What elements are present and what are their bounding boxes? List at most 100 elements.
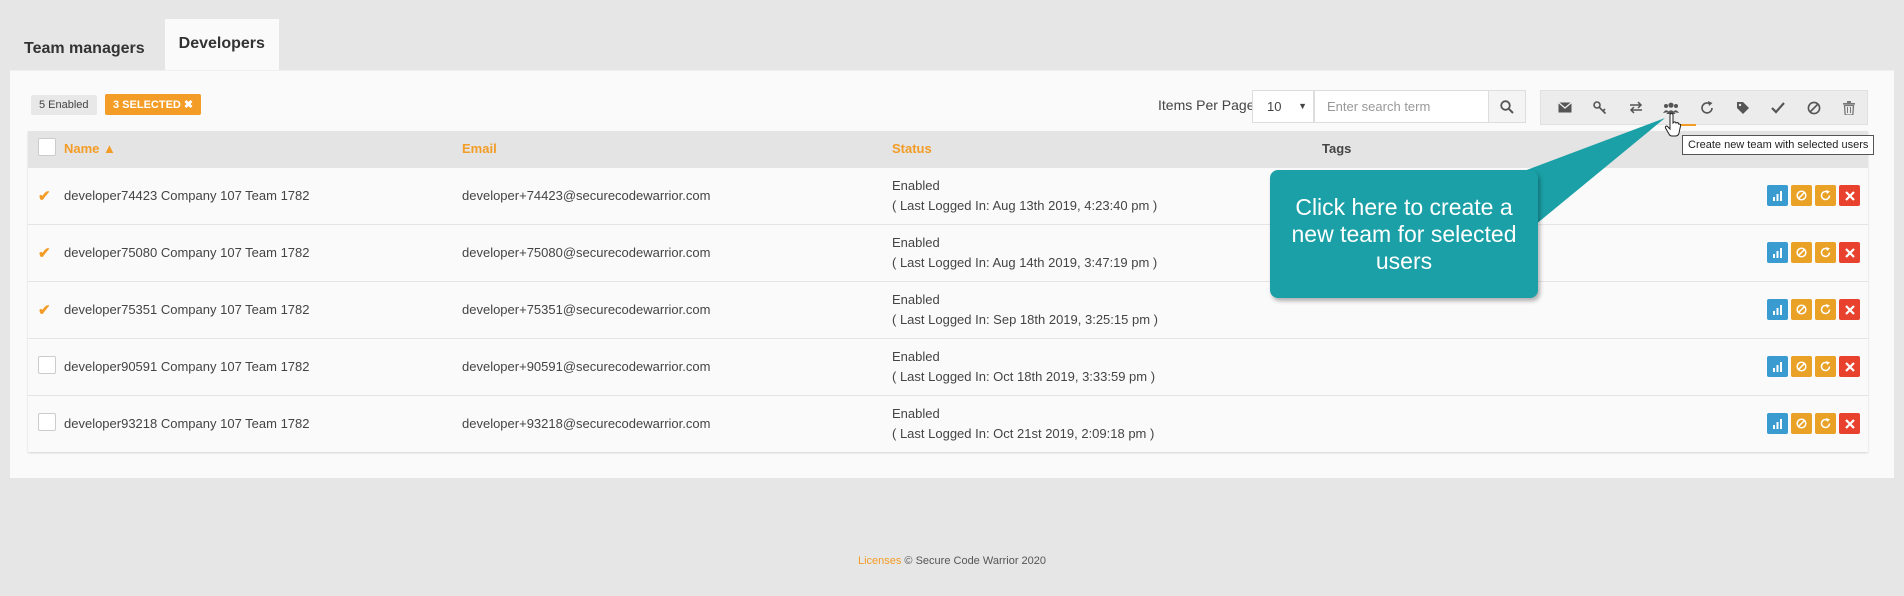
- search-button[interactable]: [1488, 90, 1526, 123]
- row-checkbox[interactable]: [38, 356, 56, 374]
- items-per-page-value: 10: [1267, 99, 1282, 114]
- reset-user-button[interactable]: [1815, 356, 1836, 377]
- licenses-link[interactable]: Licenses: [858, 555, 901, 567]
- developer-email: developer+75351@securecodewarrior.com: [462, 302, 711, 317]
- last-login-text: ( Last Logged In: Oct 21st 2019, 2:09:18…: [892, 425, 1155, 441]
- reset-user-button[interactable]: [1815, 185, 1836, 206]
- row-actions: [1622, 242, 1868, 263]
- tag-users-button[interactable]: [1725, 90, 1761, 125]
- developer-name: developer90591 Company 107 Team 1782: [64, 359, 310, 374]
- check-icon: [1771, 101, 1785, 114]
- caret-down-icon: ▼: [1298, 101, 1307, 111]
- tab-team-managers[interactable]: Team managers: [10, 19, 159, 70]
- transfer-icon: [1629, 101, 1642, 114]
- delete-user-button[interactable]: [1839, 413, 1860, 435]
- users-icon: [1663, 102, 1680, 114]
- disable-user-button[interactable]: [1791, 299, 1812, 320]
- delete-user-button[interactable]: [1839, 185, 1860, 206]
- tutorial-callout: Click here to create a new team for sele…: [1270, 170, 1538, 298]
- status-column-header[interactable]: Status: [892, 131, 1322, 167]
- developers-table: Name ▲ Email Status Tags ✔ developer7442…: [28, 131, 1868, 452]
- status-text: Enabled: [892, 291, 940, 307]
- refresh-icon: [1820, 304, 1831, 315]
- reset-user-button[interactable]: [1815, 299, 1836, 320]
- view-stats-button[interactable]: [1767, 185, 1788, 206]
- bar-chart-icon: [1773, 304, 1782, 315]
- table-header-row: Name ▲ Email Status Tags: [28, 131, 1868, 167]
- bulk-action-toolbar: [1540, 90, 1868, 125]
- reset-user-button[interactable]: [1815, 413, 1836, 435]
- ban-icon: [1807, 101, 1821, 114]
- view-stats-button[interactable]: [1767, 413, 1788, 435]
- disable-user-button[interactable]: [1791, 413, 1812, 435]
- row-selected-checkmark[interactable]: ✔: [38, 302, 51, 319]
- name-column-header[interactable]: Name ▲: [64, 131, 462, 167]
- view-stats-button[interactable]: [1767, 356, 1788, 377]
- refresh-icon: [1701, 100, 1713, 114]
- bar-chart-icon: [1773, 190, 1782, 201]
- selected-count-badge[interactable]: 3 SELECTED ✖: [105, 94, 202, 115]
- refresh-icon: [1820, 418, 1831, 429]
- refresh-button[interactable]: [1689, 90, 1725, 125]
- developer-name: developer75080 Company 107 Team 1782: [64, 245, 310, 260]
- items-per-page-select[interactable]: 10 ▼: [1252, 90, 1314, 123]
- tags-cell: [1322, 338, 1622, 395]
- create-team-tooltip: Create new team with selected users: [1682, 135, 1875, 155]
- delete-users-button[interactable]: [1832, 90, 1868, 125]
- row-selected-checkmark[interactable]: ✔: [38, 188, 51, 205]
- search-input[interactable]: Enter search term: [1314, 90, 1494, 123]
- tags-column-header: Tags: [1322, 141, 1352, 157]
- transfer-users-button[interactable]: [1618, 90, 1654, 125]
- reset-user-button[interactable]: [1815, 242, 1836, 263]
- status-text: Enabled: [892, 348, 940, 364]
- row-actions: [1622, 413, 1868, 435]
- disable-user-button[interactable]: [1791, 185, 1812, 206]
- developers-panel: 5 Enabled 3 SELECTED ✖ Items Per Page: 1…: [10, 70, 1894, 478]
- developer-email: developer+93218@securecodewarrior.com: [462, 416, 711, 432]
- enable-users-button[interactable]: [1760, 90, 1796, 125]
- last-login-text: ( Last Logged In: Oct 18th 2019, 3:33:59…: [892, 368, 1156, 384]
- reset-password-button[interactable]: [1583, 90, 1619, 125]
- ban-icon: [1796, 304, 1807, 315]
- view-stats-button[interactable]: [1767, 299, 1788, 320]
- delete-user-button[interactable]: [1839, 299, 1860, 320]
- delete-user-button[interactable]: [1839, 242, 1860, 263]
- disable-user-button[interactable]: [1791, 242, 1812, 263]
- bar-chart-icon: [1773, 247, 1782, 258]
- row-selected-checkmark[interactable]: ✔: [38, 245, 51, 262]
- email-users-button[interactable]: [1547, 90, 1583, 125]
- status-text: Enabled: [892, 177, 940, 193]
- developer-name: developer75351 Company 107 Team 1782: [64, 302, 310, 317]
- developer-email: developer+90591@securecodewarrior.com: [462, 359, 711, 374]
- ban-icon: [1796, 247, 1807, 258]
- row-actions: [1622, 356, 1868, 377]
- developer-email: developer+75080@securecodewarrior.com: [462, 245, 711, 260]
- table-row: ✔ developer75080 Company 107 Team 1782 d…: [28, 224, 1868, 281]
- table-row: ✔ developer74423 Company 107 Team 1782 d…: [28, 167, 1868, 224]
- row-actions: [1622, 185, 1868, 206]
- close-icon: [1844, 190, 1855, 201]
- delete-user-button[interactable]: [1839, 356, 1860, 377]
- close-icon: [1844, 361, 1855, 372]
- developer-email: developer+74423@securecodewarrior.com: [462, 188, 711, 203]
- mouse-pointer-icon: [1664, 113, 1682, 137]
- refresh-icon: [1820, 361, 1831, 372]
- tab-developers[interactable]: Developers: [164, 19, 279, 70]
- status-text: Enabled: [892, 234, 940, 250]
- close-icon: [1844, 418, 1855, 429]
- last-login-text: ( Last Logged In: Aug 14th 2019, 3:47:19…: [892, 254, 1158, 270]
- email-column-header[interactable]: Email: [462, 131, 892, 167]
- developer-name: developer74423 Company 107 Team 1782: [64, 188, 310, 203]
- key-icon: [1593, 100, 1607, 114]
- disable-user-button[interactable]: [1791, 356, 1812, 377]
- envelope-icon: [1557, 102, 1572, 113]
- enabled-count-badge: 5 Enabled: [31, 95, 97, 115]
- last-login-text: ( Last Logged In: Aug 13th 2019, 4:23:40…: [892, 197, 1158, 213]
- disable-users-button[interactable]: [1796, 90, 1832, 125]
- row-checkbox[interactable]: [38, 413, 56, 432]
- ban-icon: [1796, 418, 1807, 429]
- copyright-text: © Secure Code Warrior 2020: [901, 555, 1047, 567]
- view-stats-button[interactable]: [1767, 242, 1788, 263]
- ban-icon: [1796, 190, 1807, 201]
- select-all-checkbox[interactable]: [38, 138, 56, 157]
